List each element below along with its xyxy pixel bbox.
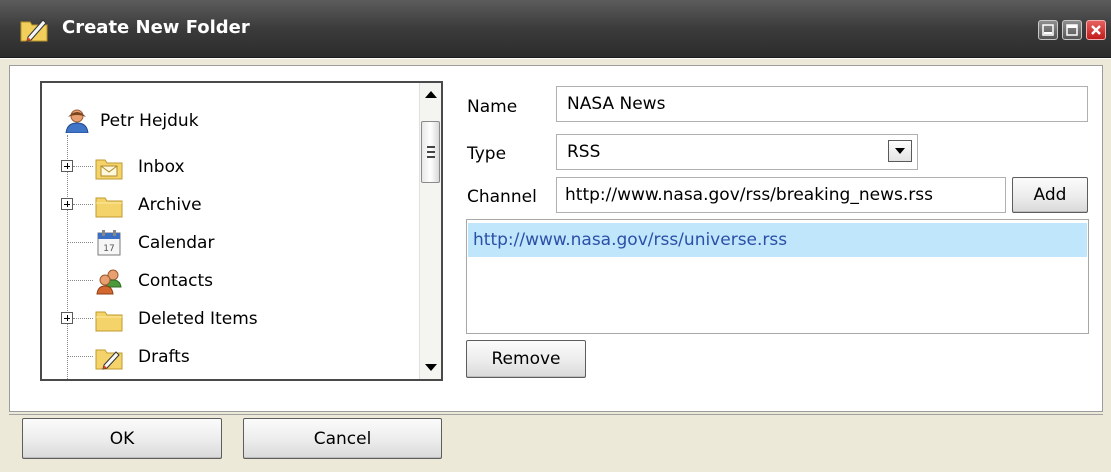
tree-item-archive[interactable]: Archive (42, 188, 422, 222)
type-select[interactable]: RSS (556, 134, 918, 170)
type-select-value: RSS (567, 142, 601, 162)
tree-item-label: Archive (138, 195, 202, 215)
scroll-up-arrow-icon[interactable] (420, 85, 441, 105)
footer-separator (9, 414, 1103, 415)
tree-item-inbox[interactable]: Inbox (42, 150, 422, 184)
dropdown-arrow-icon[interactable] (888, 140, 912, 162)
minimize-button[interactable] (1038, 20, 1058, 40)
folder-tree[interactable]: Petr Hejduk Inbox Archive 17 Calendar Co… (40, 81, 443, 381)
calendar-icon: 17 (97, 230, 121, 256)
folder-icon (95, 311, 123, 332)
user-icon (65, 109, 89, 133)
add-button[interactable]: Add (1012, 177, 1088, 213)
tree-connector-branch (73, 204, 93, 205)
tree-item-label: Calendar (138, 233, 215, 253)
tree-item-calendar[interactable]: 17 Calendar (42, 226, 422, 260)
remove-button[interactable]: Remove (466, 340, 586, 378)
svg-text:17: 17 (103, 244, 114, 254)
edit-folder-icon (20, 19, 48, 42)
scroll-thumb[interactable] (421, 121, 440, 183)
title-bar[interactable]: Create New Folder (0, 0, 1111, 58)
tree-item-label: Contacts (138, 271, 213, 291)
maximize-icon (1066, 24, 1078, 36)
tree-connector-branch (73, 318, 93, 319)
channel-label: Channel (467, 187, 537, 207)
tree-connector-branch (68, 356, 93, 357)
channel-list-item[interactable]: http://www.nasa.gov/rss/universe.rss (468, 223, 1087, 257)
folder-icon (95, 197, 123, 218)
minimize-icon (1042, 24, 1054, 36)
tree-scrollbar[interactable] (419, 83, 441, 379)
tree-connector-branch (68, 242, 93, 243)
tree-item-contacts[interactable]: Contacts (42, 264, 422, 298)
expand-icon[interactable] (61, 198, 73, 210)
type-label: Type (467, 144, 507, 164)
tree-item-drafts[interactable]: Drafts (42, 340, 422, 374)
tree-connector-branch (73, 166, 93, 167)
inbox-folder-icon (95, 159, 123, 180)
grip-line (427, 156, 435, 158)
channel-input[interactable]: http://www.nasa.gov/rss/breaking_news.rs… (556, 177, 1006, 213)
tree-root-label: Petr Hejduk (100, 111, 199, 131)
window-title: Create New Folder (62, 17, 250, 38)
grip-line (427, 151, 435, 153)
close-icon (1091, 25, 1101, 35)
ok-button[interactable]: OK (22, 418, 222, 459)
name-label: Name (467, 97, 518, 117)
tree-item-deleted-items[interactable]: Deleted Items (42, 302, 422, 336)
tree-root[interactable]: Petr Hejduk (64, 109, 199, 133)
cancel-button[interactable]: Cancel (243, 418, 442, 459)
grip-line (427, 146, 435, 148)
expand-icon[interactable] (61, 160, 73, 172)
tree-item-label: Drafts (138, 347, 190, 367)
tree-item-label: Inbox (138, 157, 185, 177)
maximize-button[interactable] (1062, 20, 1082, 40)
close-button[interactable] (1086, 20, 1106, 40)
contacts-icon (96, 269, 122, 295)
tree-item-label: Deleted Items (138, 309, 258, 329)
tree-connector-branch (68, 280, 93, 281)
channel-list[interactable]: http://www.nasa.gov/rss/universe.rss (466, 219, 1089, 334)
scroll-down-arrow-icon[interactable] (420, 357, 441, 377)
name-input[interactable]: NASA News (556, 86, 1088, 122)
expand-icon[interactable] (61, 312, 73, 324)
drafts-folder-icon (95, 349, 123, 370)
